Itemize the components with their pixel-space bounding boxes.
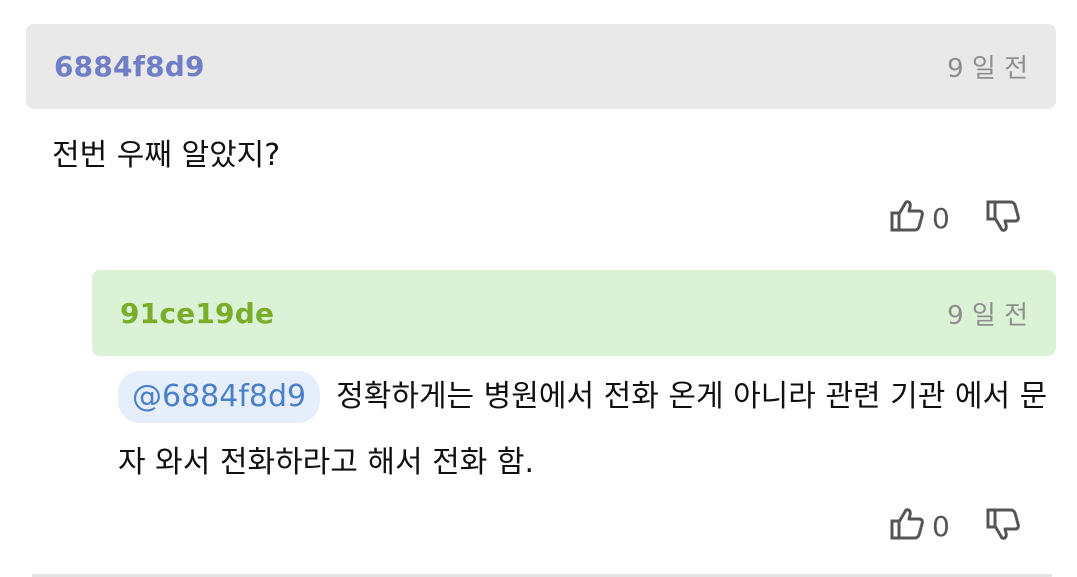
reply-dislike-button[interactable] [984, 504, 1024, 548]
comment-date: 9 일 전 [947, 54, 1028, 84]
comment-like-button[interactable]: 0 [888, 196, 984, 240]
comment-dislike-button[interactable] [984, 196, 1024, 240]
thumbs-up-icon [888, 504, 928, 548]
reply-header: 91ce19de 9 일 전 [92, 270, 1056, 356]
thumbs-down-icon [984, 196, 1024, 240]
thumbs-up-icon [888, 196, 928, 240]
reply-votes: 0 [888, 504, 1024, 548]
reply-like-button[interactable]: 0 [888, 504, 984, 548]
comment-text: 전번 우째 알았지? [52, 138, 281, 173]
reply-date: 9 일 전 [947, 300, 1028, 331]
comment-votes: 0 [888, 196, 1024, 240]
reply-author[interactable]: 91ce19de [120, 297, 274, 330]
thumbs-down-icon [984, 504, 1024, 548]
comment-header: 6884f8d9 9 일 전 [26, 24, 1056, 109]
mention-chip[interactable]: @6884f8d9 [118, 371, 321, 423]
reply-text-block: @6884f8d9 정확하게는 병원에서 전화 온게 아니라 관련 기관 에서 문… [118, 364, 1058, 496]
comment-like-count: 0 [932, 201, 950, 235]
comment-author[interactable]: 6884f8d9 [54, 50, 205, 83]
reply-like-count: 0 [932, 509, 950, 543]
